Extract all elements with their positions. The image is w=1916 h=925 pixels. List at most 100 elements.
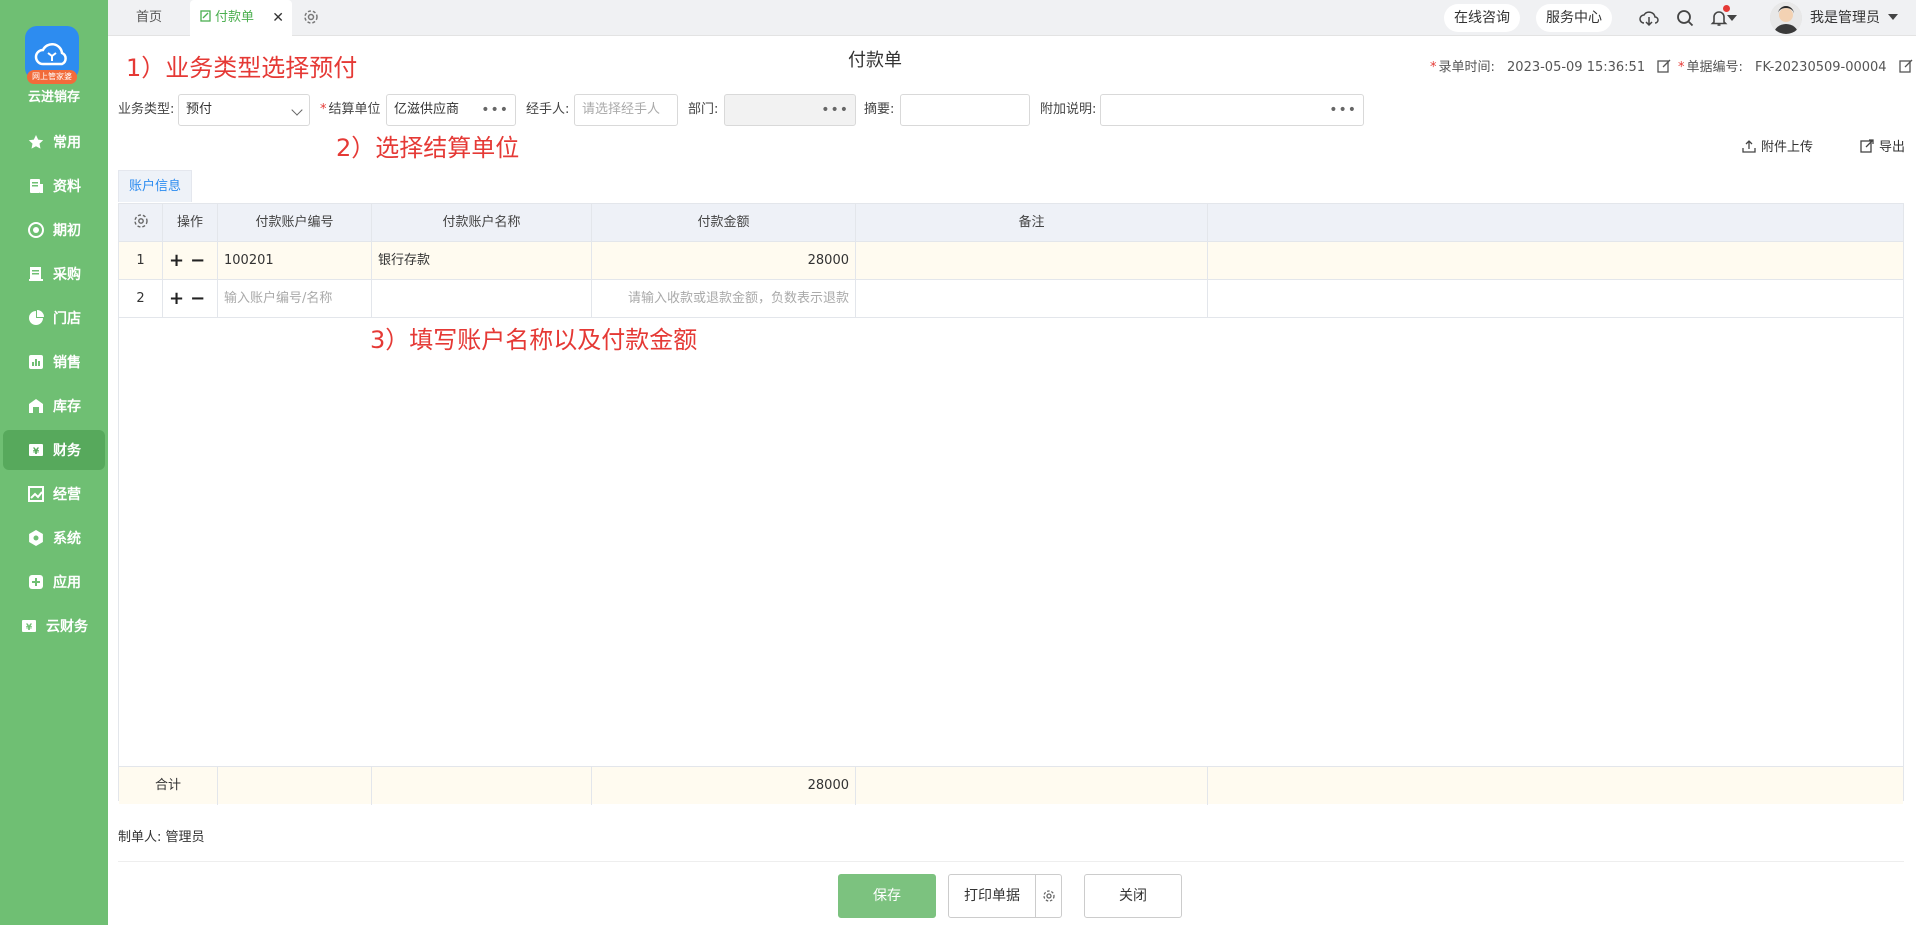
sidebar-item-system[interactable]: 系统	[3, 518, 105, 558]
tab-payment-order[interactable]: 付款单 ✕	[190, 0, 292, 36]
plus-icon	[27, 573, 45, 591]
required-mark: *	[320, 102, 327, 117]
handler-placeholder: 请选择经手人	[582, 102, 661, 117]
attach-upload-label: 附件上传	[1761, 140, 1814, 155]
tab-settings-gear-icon[interactable]	[302, 8, 322, 28]
remove-row-button[interactable]: −	[190, 288, 211, 309]
sidebar-item-inventory[interactable]: 库存	[3, 386, 105, 426]
sidebar-item-data[interactable]: 资料	[3, 166, 105, 206]
settle-unit-field[interactable]: 亿滋供应商 •••	[386, 94, 516, 126]
close-button[interactable]: 关闭	[1084, 874, 1182, 918]
extra-note-field[interactable]: •••	[1100, 94, 1364, 126]
online-consult-button[interactable]: 在线咨询	[1444, 4, 1520, 32]
more-icon[interactable]: •••	[1329, 95, 1357, 125]
account-name-cell[interactable]: 银行存款	[372, 242, 592, 280]
header-amount: 付款金额	[592, 204, 856, 242]
service-center-button[interactable]: 服务中心	[1536, 4, 1612, 32]
filler-cell	[1208, 242, 1903, 280]
doc-number: * 单据编号: FK-20230509-00004	[1678, 56, 1913, 75]
tab-label: 付款单	[215, 10, 255, 25]
pie-icon	[27, 309, 45, 327]
settle-unit-label: * 结算单位	[320, 94, 381, 126]
tab-home[interactable]: 首页	[136, 0, 162, 36]
avatar[interactable]	[1770, 2, 1802, 34]
maker: 制单人: 管理员	[118, 826, 205, 845]
print-settings-gear-icon[interactable]	[1035, 875, 1061, 917]
filler-cell	[1208, 280, 1903, 318]
chevron-down-icon	[291, 104, 303, 116]
entry-time: * 录单时间: 2023-05-09 15:36:51	[1430, 56, 1671, 75]
attach-upload-button[interactable]: 附件上传	[1742, 136, 1813, 155]
add-row-button[interactable]: +	[169, 288, 190, 309]
amount-cell[interactable]: 28000	[592, 242, 856, 280]
row-actions: +−	[163, 242, 218, 280]
total-amount: 28000	[592, 767, 856, 805]
sidebar-item-label: 库存	[53, 399, 81, 415]
remove-row-button[interactable]: −	[190, 250, 211, 271]
row-actions: +−	[163, 280, 218, 318]
save-button[interactable]: 保存	[838, 874, 936, 918]
edit-icon[interactable]	[1899, 59, 1913, 73]
export-icon	[1860, 138, 1874, 153]
total-empty	[856, 767, 1208, 805]
account-code-cell[interactable]: 100201	[218, 242, 372, 280]
warehouse-icon	[27, 397, 45, 415]
payment-doc-icon	[200, 10, 211, 22]
sidebar-item-label: 应用	[53, 575, 81, 591]
header-filler	[1208, 204, 1903, 242]
summary-label: 摘要:	[864, 102, 895, 117]
column-settings-gear-icon[interactable]	[119, 204, 163, 242]
app-logo[interactable]: 网上管家婆	[25, 26, 79, 84]
sidebar-item-apps[interactable]: 应用	[3, 562, 105, 602]
sidebar-item-label: 资料	[53, 179, 81, 195]
account-table: 操作 付款账户编号 付款账户名称 付款金额 备注 1 +− 100201 银行存…	[118, 203, 1904, 805]
footer-bar: 保存 打印单据 关闭	[118, 861, 1904, 925]
total-row: 合计 28000	[119, 766, 1903, 805]
maker-label: 制单人:	[118, 830, 162, 845]
more-icon[interactable]: •••	[481, 95, 509, 125]
sidebar-item-store[interactable]: 门店	[3, 298, 105, 338]
sidebar-item-opening[interactable]: 期初	[3, 210, 105, 250]
amount-cell[interactable]: 请输入收款或退款金额，负数表示退款	[592, 280, 856, 318]
required-mark: *	[1430, 60, 1437, 75]
cloud-download-icon[interactable]	[1638, 7, 1660, 29]
account-name-cell[interactable]	[372, 280, 592, 318]
total-label: 合计	[119, 767, 218, 805]
sidebar-item-sales[interactable]: 销售	[3, 342, 105, 382]
export-label: 导出	[1879, 140, 1906, 155]
handler-field[interactable]: 请选择经手人	[574, 94, 678, 126]
sidebar-item-cloud-finance[interactable]: ¥ 云财务	[3, 606, 105, 646]
doc-number-label: 单据编号:	[1686, 60, 1743, 75]
sidebar-item-operation[interactable]: 经营	[3, 474, 105, 514]
business-type-select[interactable]: 预付	[178, 94, 310, 126]
page-title: 付款单	[848, 50, 902, 71]
sidebar-item-purchase[interactable]: 采购	[3, 254, 105, 294]
edit-icon[interactable]	[1657, 59, 1671, 73]
more-icon[interactable]: •••	[821, 95, 849, 125]
entry-time-value: 2023-05-09 15:36:51	[1507, 60, 1646, 75]
user-name[interactable]: 我是管理员	[1810, 0, 1899, 36]
remark-cell[interactable]	[856, 280, 1208, 318]
chart-icon	[27, 353, 45, 371]
chevron-down-icon[interactable]	[1726, 7, 1738, 29]
dept-field[interactable]: •••	[724, 94, 856, 126]
remark-cell[interactable]	[856, 242, 1208, 280]
search-icon[interactable]	[1674, 7, 1696, 29]
close-icon[interactable]: ✕	[272, 0, 284, 36]
row-index: 1	[119, 242, 163, 280]
summary-input[interactable]	[900, 94, 1030, 126]
tab-account-info[interactable]: 账户信息	[118, 170, 193, 202]
dept-label: 部门:	[688, 102, 719, 117]
sidebar-item-finance[interactable]: ¥ 财务	[3, 430, 105, 470]
export-button[interactable]: 导出	[1860, 136, 1905, 155]
account-code-cell[interactable]: 输入账户编号/名称	[218, 280, 372, 318]
total-empty	[1208, 767, 1903, 805]
sidebar-item-common[interactable]: 常用	[3, 122, 105, 162]
total-empty	[372, 767, 592, 805]
add-row-button[interactable]: +	[169, 250, 190, 271]
print-button[interactable]: 打印单据	[948, 874, 1062, 918]
settle-unit-value: 亿滋供应商	[394, 102, 460, 117]
handler-label: 经手人:	[526, 102, 570, 117]
doc-number-value: FK-20230509-00004	[1755, 60, 1887, 75]
svg-text:¥: ¥	[26, 623, 33, 633]
